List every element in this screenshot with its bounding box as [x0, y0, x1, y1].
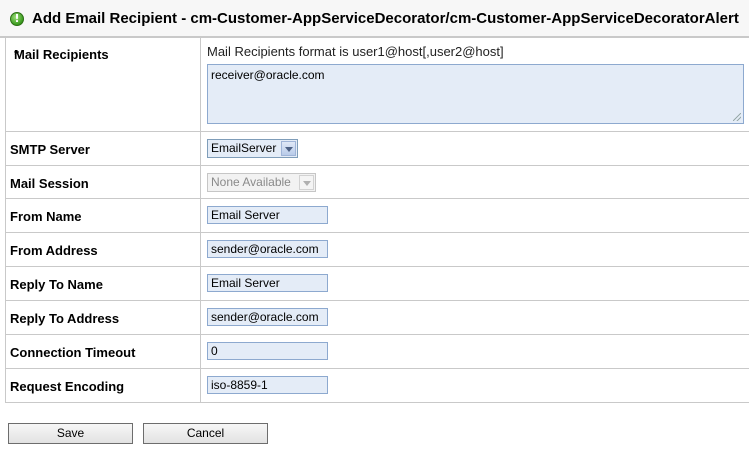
- mail-session-select: None Available: [207, 173, 316, 192]
- reply-to-address-label: Reply To Address: [10, 311, 120, 326]
- cancel-button[interactable]: Cancel: [143, 423, 268, 444]
- required-mark: *: [14, 47, 20, 62]
- smtp-server-select[interactable]: EmailServer: [207, 139, 298, 158]
- alert-icon: [10, 12, 24, 26]
- reply-to-name-input[interactable]: Email Server: [207, 274, 328, 292]
- request-encoding-label: Request Encoding: [10, 379, 125, 394]
- smtp-server-label: SMTP Server: [10, 142, 90, 157]
- row-from-address: From Address sender@oracle.com: [6, 233, 749, 267]
- mail-session-label: Mail Session: [10, 176, 89, 191]
- from-address-label: From Address: [10, 243, 98, 258]
- row-reply-to-address: Reply To Address sender@oracle.com: [6, 301, 749, 335]
- row-from-name: From Name Email Server: [6, 199, 749, 233]
- resize-grip-icon[interactable]: [733, 113, 741, 121]
- connection-timeout-label: Connection Timeout: [10, 345, 136, 360]
- mail-session-value: None Available: [211, 175, 291, 189]
- chevron-down-icon: [299, 175, 314, 190]
- from-name-label: From Name: [10, 209, 82, 224]
- request-encoding-input[interactable]: iso-8859-1: [207, 376, 328, 394]
- mail-recipients-textarea[interactable]: receiver@oracle.com: [207, 64, 744, 124]
- mail-recipients-hint: Mail Recipients format is user1@host[,us…: [207, 44, 504, 59]
- smtp-server-value: EmailServer: [211, 141, 277, 155]
- mail-recipients-value: receiver@oracle.com: [211, 68, 325, 82]
- save-button[interactable]: Save: [8, 423, 133, 444]
- reply-to-name-label: Reply To Name: [10, 277, 103, 292]
- row-request-encoding: Request Encoding iso-8859-1: [6, 369, 749, 403]
- page-title: Add Email Recipient - cm-Customer-AppSer…: [32, 10, 739, 27]
- from-address-input[interactable]: sender@oracle.com: [207, 240, 328, 258]
- dialog-header: Add Email Recipient - cm-Customer-AppSer…: [0, 0, 749, 38]
- recipient-form: Mail Recipients * Mail Recipients format …: [5, 38, 749, 403]
- connection-timeout-input[interactable]: 0: [207, 342, 328, 360]
- row-connection-timeout: Connection Timeout 0: [6, 335, 749, 369]
- chevron-down-icon[interactable]: [281, 141, 296, 156]
- row-reply-to-name: Reply To Name Email Server: [6, 267, 749, 301]
- row-smtp-server: SMTP Server EmailServer: [6, 132, 749, 166]
- row-mail-session: Mail Session None Available: [6, 166, 749, 199]
- row-mail-recipients: Mail Recipients * Mail Recipients format …: [6, 38, 749, 132]
- from-name-input[interactable]: Email Server: [207, 206, 328, 224]
- reply-to-address-input[interactable]: sender@oracle.com: [207, 308, 328, 326]
